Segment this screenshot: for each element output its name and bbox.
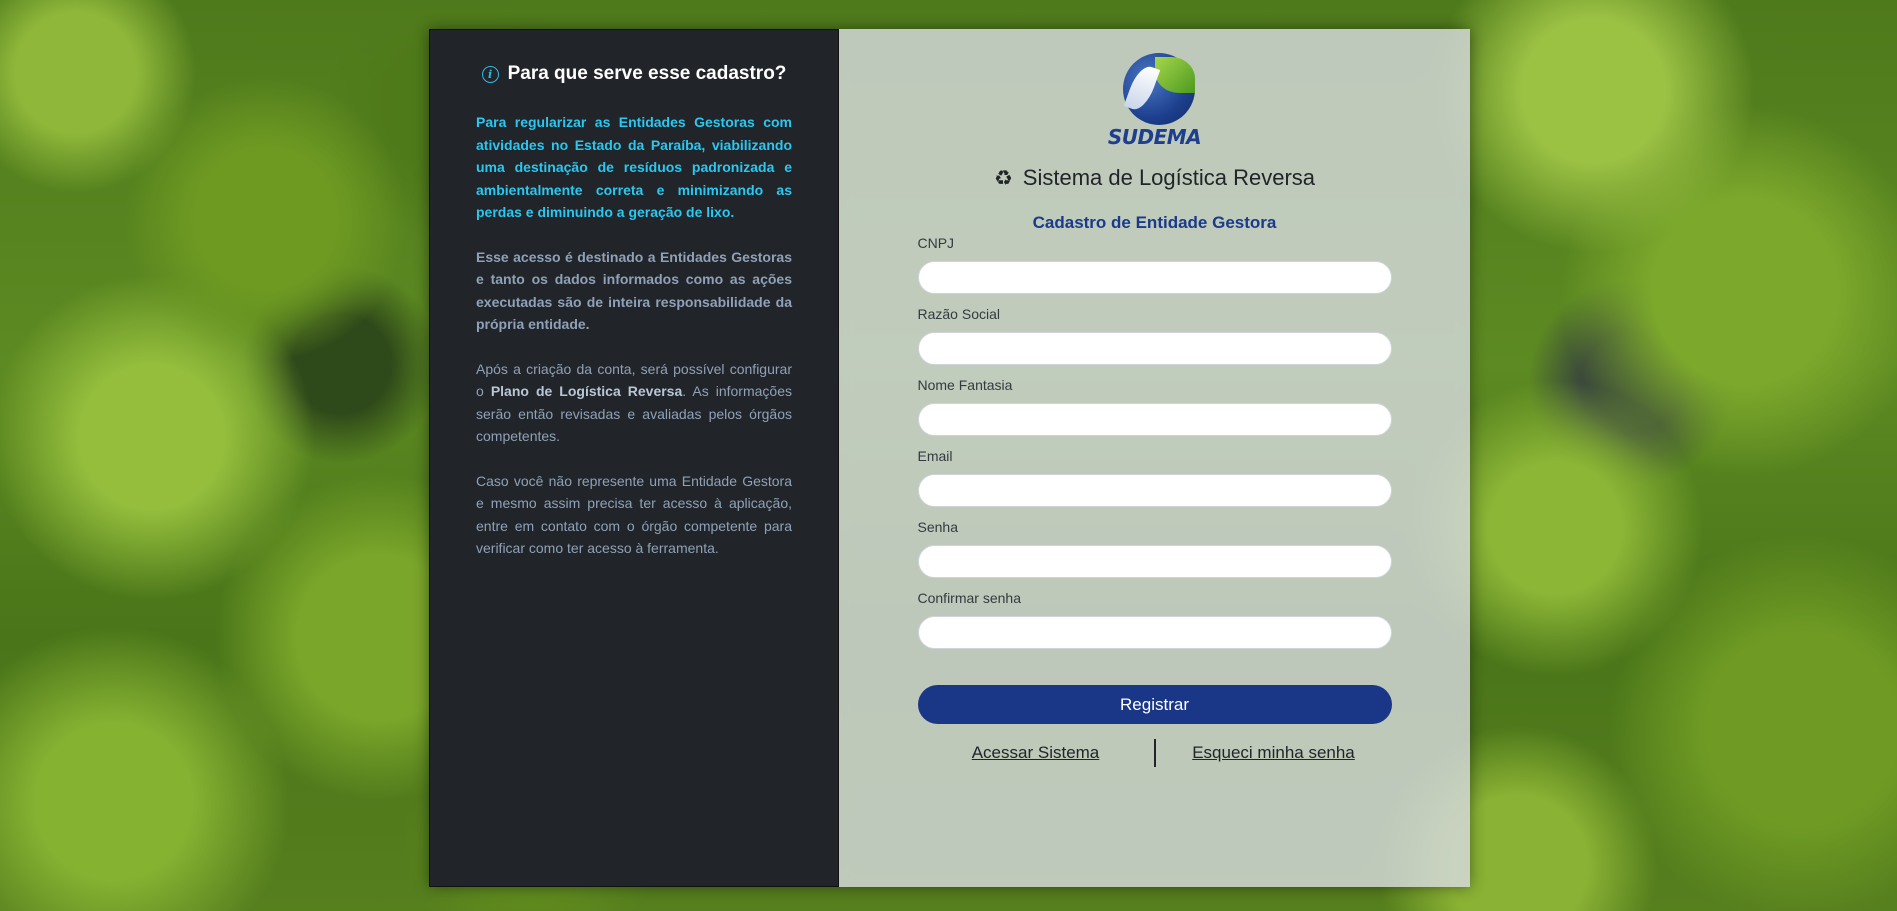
system-title: ♻ Sistema de Logística Reversa	[839, 165, 1470, 191]
logo-text: SUDEMA	[1107, 125, 1202, 149]
register-button[interactable]: Registrar	[917, 685, 1392, 724]
info-panel: i Para que serve esse cadastro? Para reg…	[429, 29, 839, 887]
confirm-password-label: Confirmar senha	[917, 590, 1022, 606]
info-paragraph-plan: Após a criação da conta, será possível c…	[476, 358, 792, 448]
info-paragraph-purpose: Para regularizar as Entidades Gestoras c…	[476, 114, 792, 220]
form-title: Cadastro de Entidade Gestora	[1032, 213, 1277, 232]
sudema-logo: SUDEMA	[1105, 51, 1205, 151]
recycle-icon: ♻	[993, 166, 1013, 190]
email-input[interactable]	[917, 474, 1392, 507]
registration-card: i Para que serve esse cadastro? Para reg…	[429, 29, 1470, 887]
nome-fantasia-label: Nome Fantasia	[917, 377, 1013, 393]
confirm-password-input[interactable]	[917, 616, 1392, 649]
forgot-password-link[interactable]: Esqueci minha senha	[1156, 743, 1392, 763]
nome-fantasia-input[interactable]	[917, 403, 1392, 436]
info-paragraph-plan-bold: Plano de Logística Reversa	[490, 383, 683, 399]
form-links: Acessar Sistema Esqueci minha senha	[918, 738, 1392, 768]
info-title: i Para que serve esse cadastro?	[476, 63, 792, 85]
info-circle-icon: i	[481, 65, 499, 83]
password-input[interactable]	[917, 545, 1392, 578]
info-paragraph-responsibility: Esse acesso é destinado a Entidades Gest…	[476, 248, 792, 333]
cnpj-label: CNPJ	[917, 235, 955, 251]
registration-form: CNPJ Razão Social Nome Fantasia Email Se…	[917, 235, 1392, 768]
razao-social-input[interactable]	[917, 332, 1392, 365]
info-paragraph-contact: Caso você não represente uma Entidade Ge…	[476, 472, 792, 557]
system-title-text: Sistema de Logística Reversa	[1022, 165, 1316, 190]
form-panel: SUDEMA ♻ Sistema de Logística Reversa Ca…	[839, 29, 1470, 887]
email-label: Email	[917, 448, 953, 464]
razao-social-label: Razão Social	[917, 306, 1001, 322]
access-system-link[interactable]: Acessar Sistema	[918, 743, 1154, 763]
password-label: Senha	[917, 519, 958, 535]
info-title-text: Para que serve esse cadastro?	[507, 63, 787, 84]
cnpj-input[interactable]	[917, 261, 1392, 294]
